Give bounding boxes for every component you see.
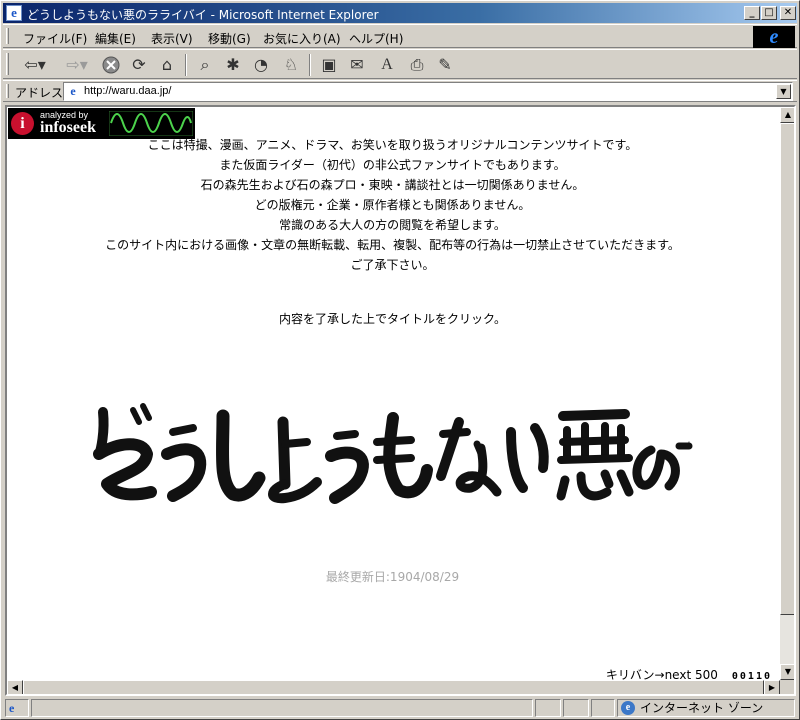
notice-line: このサイト内における画像・文章の無断転載、転用、複製、配布等の行為は一切禁止させ…	[105, 238, 680, 252]
status-bar: e e インターネット ゾーン	[3, 698, 797, 718]
scroll-left-button[interactable]: ◀	[7, 680, 23, 694]
scroll-corner	[780, 680, 794, 694]
status-page-icon: e	[5, 699, 29, 717]
waveform-icon	[109, 111, 193, 136]
print-icon[interactable]: ⎙	[405, 54, 429, 76]
notice-line: ここは特撮、漫画、アニメ、ドラマ、お笑いを取り扱うオリジナルコンテンツサイトです…	[147, 138, 638, 152]
notice-line: 常識のある大人の方の閲覧を希望します。	[279, 218, 506, 232]
notice-line: ご了承下さい。	[350, 258, 435, 272]
channels-icon[interactable]: ♘	[279, 54, 303, 76]
scroll-down-button[interactable]: ▼	[780, 664, 794, 680]
history-icon[interactable]: ◔	[249, 54, 273, 76]
status-panel	[563, 699, 589, 717]
menu-help[interactable]: ヘルプ(H)	[349, 30, 403, 47]
kiriban-counter: キリバン→next 500 00110	[606, 666, 772, 680]
vertical-scrollbar[interactable]: ▲ ▼	[780, 107, 794, 680]
toolbar-separator	[309, 54, 311, 76]
page-viewport: i analyzed by infoseek ここは特撮、漫画、アニメ、ドラマ、…	[5, 105, 796, 696]
menu-file[interactable]: ファイル(F)	[23, 30, 87, 47]
last-updated: 最終更新日:1904/08/29	[325, 570, 460, 584]
browser-window: e どうしようもない悪のラライバイ - Microsoft Internet E…	[0, 0, 800, 720]
forward-icon[interactable]: ⇨▾	[61, 54, 93, 76]
toolbar-grip[interactable]	[6, 53, 9, 75]
fullscreen-icon[interactable]: ▣	[317, 54, 341, 76]
edit-icon[interactable]: ✎	[433, 54, 457, 76]
menu-view[interactable]: 表示(V)	[151, 30, 193, 47]
counter-digits: 00110	[731, 671, 772, 680]
zone-label: インターネット ゾーン	[640, 701, 764, 715]
font-icon[interactable]: A	[375, 54, 399, 76]
refresh-icon[interactable]: ⟳	[127, 54, 151, 76]
mail-icon[interactable]: ✉	[345, 54, 369, 76]
scroll-up-button[interactable]: ▲	[780, 107, 794, 123]
horizontal-scroll-thumb[interactable]	[23, 680, 764, 694]
maximize-button[interactable]: □	[761, 6, 777, 20]
stop-icon[interactable]	[99, 54, 123, 76]
close-button[interactable]: ✕	[780, 6, 796, 20]
address-input[interactable]: e http://waru.daa.jp/ ▼	[63, 82, 793, 101]
standard-toolbar: ⇦▾ ⇨▾ ⟳ ⌂ ⌕ ✱ ◔ ♘ ▣ ✉ A ⎙ ✎	[3, 49, 797, 79]
favorites-icon[interactable]: ✱	[221, 54, 245, 76]
horizontal-scrollbar[interactable]: ◀ ▶	[7, 680, 780, 694]
address-bar: アドレス e http://waru.daa.jp/ ▼	[3, 80, 797, 102]
menu-edit[interactable]: 編集(E)	[95, 30, 136, 47]
title-bar[interactable]: e どうしようもない悪のラライバイ - Microsoft Internet E…	[3, 3, 797, 23]
home-icon[interactable]: ⌂	[155, 54, 179, 76]
notice-line: 石の森先生および石の森プロ・東映・講談社とは一切関係ありません。	[200, 178, 585, 192]
menu-go[interactable]: 移動(G)	[208, 30, 251, 47]
page-content: i analyzed by infoseek ここは特撮、漫画、アニメ、ドラマ、…	[7, 107, 778, 680]
back-icon[interactable]: ⇦▾	[19, 54, 51, 76]
address-label: アドレス	[15, 86, 64, 100]
instruction-text: 内容を了承した上でタイトルをクリック。	[278, 312, 507, 326]
ie-page-icon[interactable]: e	[6, 5, 22, 21]
search-icon[interactable]: ⌕	[193, 54, 217, 76]
minimize-button[interactable]: _	[744, 6, 760, 20]
toolbar-separator	[185, 54, 187, 76]
title-logo-link[interactable]	[85, 392, 695, 522]
globe-icon: e	[621, 701, 635, 715]
status-zone-panel: e インターネット ゾーン	[617, 699, 795, 717]
menu-grip[interactable]	[6, 28, 9, 44]
status-text-panel	[31, 699, 533, 717]
status-panel	[535, 699, 561, 717]
infoseek-i-icon: i	[11, 112, 34, 135]
notice-line: また仮面ライダー（初代）の非公式ファンサイトでもあります。	[219, 158, 566, 172]
address-grip[interactable]	[6, 84, 9, 98]
menu-favorites[interactable]: お気に入り(A)	[263, 30, 341, 47]
scroll-right-button[interactable]: ▶	[764, 680, 780, 694]
notice-text: ここは特撮、漫画、アニメ、ドラマ、お笑いを取り扱うオリジナルコンテンツサイトです…	[7, 135, 778, 275]
address-url[interactable]: http://waru.daa.jp/	[84, 85, 171, 97]
notice-line: どの版権元・企業・原作者様とも関係ありません。	[254, 198, 531, 212]
address-dropdown-button[interactable]: ▼	[776, 84, 791, 99]
counter-label: キリバン→next 500	[605, 668, 718, 680]
page-icon: e	[9, 701, 15, 715]
window-title: どうしようもない悪のラライバイ - Microsoft Internet Exp…	[27, 8, 379, 22]
status-panel	[591, 699, 615, 717]
ie-logo-icon: e	[753, 26, 795, 48]
menu-bar: ファイル(F) 編集(E) 表示(V) 移動(G) お気に入り(A) ヘルプ(H…	[3, 24, 797, 48]
vertical-scroll-thumb[interactable]	[780, 123, 794, 615]
page-icon: e	[70, 84, 76, 98]
